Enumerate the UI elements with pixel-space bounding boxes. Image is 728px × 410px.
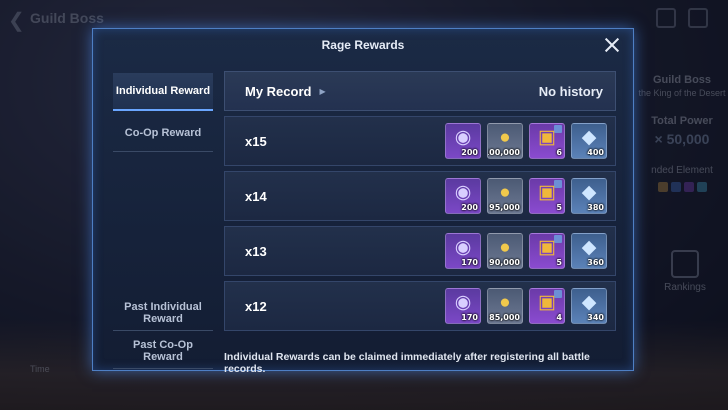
rage-token-icon[interactable]: ◉ 200 bbox=[445, 123, 481, 159]
item-quantity: 85,000 bbox=[489, 313, 520, 322]
item-quantity: 200 bbox=[461, 203, 478, 212]
crystal-shard-icon[interactable]: ◆ 380 bbox=[571, 178, 607, 214]
reward-row: x14 ◉ 200 ● 95,000 ▣ 5 ◆ 380 bbox=[224, 171, 616, 221]
item-quantity: 95,000 bbox=[489, 203, 520, 212]
tab-individual-reward[interactable]: Individual Reward bbox=[113, 73, 213, 111]
reward-multiplier: x14 bbox=[245, 188, 267, 204]
crystal-shard-icon[interactable]: ◆ 400 bbox=[571, 123, 607, 159]
crystal-shard-icon[interactable]: ◆ 340 bbox=[571, 288, 607, 324]
my-record-row[interactable]: My Record ▶ No history bbox=[224, 71, 616, 111]
reward-items: ◉ 170 ● 85,000 ▣ 4 ◆ 340 bbox=[445, 288, 607, 324]
gold-coin-icon[interactable]: ● 90,000 bbox=[487, 233, 523, 269]
reward-items: ◉ 170 ● 90,000 ▣ 5 ◆ 360 bbox=[445, 233, 607, 269]
treasure-chest-icon[interactable]: ▣ 5 bbox=[529, 233, 565, 269]
reward-multiplier: x12 bbox=[245, 298, 267, 314]
tab-past-co-op-reward[interactable]: Past Co-Op Reward bbox=[113, 333, 213, 369]
arrow-right-icon: ▶ bbox=[319, 86, 326, 96]
my-record-value: No history bbox=[538, 83, 603, 99]
reward-list[interactable]: My Record ▶ No history x15 ◉ 200 ● 100,000… bbox=[224, 71, 619, 341]
item-quantity: 100,000 bbox=[487, 148, 520, 157]
tab-co-op-reward[interactable]: Co-Op Reward bbox=[113, 114, 213, 152]
reward-row: x15 ◉ 200 ● 100,000 ▣ 6 ◆ 400 bbox=[224, 116, 616, 166]
my-record-label-group: My Record ▶ bbox=[245, 84, 326, 99]
reward-row: x13 ◉ 170 ● 90,000 ▣ 5 ◆ 360 bbox=[224, 226, 616, 276]
reward-multiplier: x15 bbox=[245, 133, 267, 149]
reward-multiplier: x13 bbox=[245, 243, 267, 259]
reward-row: x12 ◉ 170 ● 85,000 ▣ 4 ◆ 340 bbox=[224, 281, 616, 331]
item-quantity: 380 bbox=[587, 203, 604, 212]
reward-items: ◉ 200 ● 100,000 ▣ 6 ◆ 400 bbox=[445, 123, 607, 159]
item-quantity: 340 bbox=[587, 313, 604, 322]
gold-coin-icon[interactable]: ● 85,000 bbox=[487, 288, 523, 324]
rage-token-icon[interactable]: ◉ 200 bbox=[445, 178, 481, 214]
treasure-chest-icon[interactable]: ▣ 6 bbox=[529, 123, 565, 159]
reward-tabs: Individual Reward Co-Op Reward Past Indi… bbox=[113, 73, 213, 371]
item-quantity: 6 bbox=[556, 148, 562, 157]
item-quantity: 5 bbox=[556, 203, 562, 212]
crystal-shard-icon[interactable]: ◆ 360 bbox=[571, 233, 607, 269]
gold-coin-icon[interactable]: ● 100,000 bbox=[487, 123, 523, 159]
rage-rewards-modal: Rage Rewards Individual Reward Co-Op Rew… bbox=[92, 28, 634, 375]
item-quantity: 4 bbox=[556, 313, 562, 322]
reward-items: ◉ 200 ● 95,000 ▣ 5 ◆ 380 bbox=[445, 178, 607, 214]
item-quantity: 200 bbox=[461, 148, 478, 157]
rage-token-icon[interactable]: ◉ 170 bbox=[445, 233, 481, 269]
modal-title: Rage Rewards bbox=[321, 38, 405, 52]
item-quantity: 170 bbox=[461, 313, 478, 322]
rage-token-icon[interactable]: ◉ 170 bbox=[445, 288, 481, 324]
modal-header: Rage Rewards bbox=[93, 29, 633, 61]
tab-past-individual-reward[interactable]: Past Individual Reward bbox=[113, 295, 213, 331]
my-record-label: My Record bbox=[245, 83, 312, 99]
item-quantity: 170 bbox=[461, 258, 478, 267]
footer-note: Individual Rewards can be claimed immedi… bbox=[224, 351, 590, 375]
item-quantity: 5 bbox=[556, 258, 562, 267]
item-quantity: 400 bbox=[587, 148, 604, 157]
gold-coin-icon[interactable]: ● 95,000 bbox=[487, 178, 523, 214]
item-quantity: 360 bbox=[587, 258, 604, 267]
treasure-chest-icon[interactable]: ▣ 5 bbox=[529, 178, 565, 214]
close-icon[interactable] bbox=[603, 36, 621, 54]
item-quantity: 90,000 bbox=[489, 258, 520, 267]
treasure-chest-icon[interactable]: ▣ 4 bbox=[529, 288, 565, 324]
